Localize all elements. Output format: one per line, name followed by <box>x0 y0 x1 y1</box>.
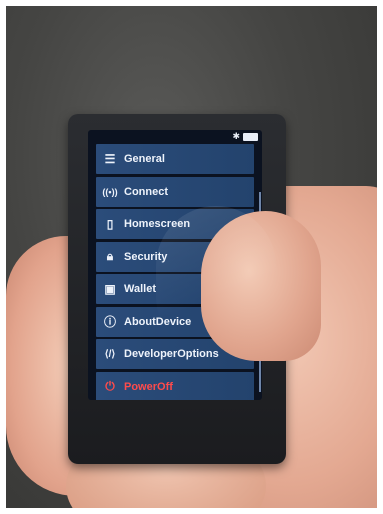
menu-item-label: AboutDevice <box>124 315 192 328</box>
wallet-icon: ▣ <box>104 282 116 296</box>
menu-item-label: Connect <box>124 185 168 198</box>
power-icon: ⏻ <box>105 379 115 393</box>
status-bar: ✱ <box>88 130 262 142</box>
menu-item-label: Security <box>124 250 168 263</box>
wireless-icon: ((•)) <box>102 186 118 197</box>
info-icon: ⓘ <box>103 315 116 329</box>
menu-item-connect[interactable]: ((•)) Connect <box>96 176 254 207</box>
menu-item-label: PowerOff <box>124 380 173 393</box>
menu-item-label: General <box>124 153 165 165</box>
menu-item-label: Homescreen <box>124 218 191 230</box>
phone-icon: ▯ <box>106 217 114 231</box>
thumb <box>201 211 321 361</box>
photo: ✱ ☰ General ((•)) Connect ▯ Homescreen 🔒… <box>6 6 377 508</box>
menu-item-general[interactable]: ☰ General <box>96 144 254 174</box>
menu-item-label: DeveloperOptions <box>124 348 219 360</box>
lock-icon: 🔒︎ <box>106 249 114 263</box>
code-icon: ⟨/⟩ <box>104 348 116 360</box>
menu-item-label: Wallet <box>124 283 156 295</box>
battery-icon <box>243 133 258 141</box>
menu-item-power-off[interactable]: ⏻ PowerOff <box>96 371 254 400</box>
bluetooth-icon: ✱ <box>232 131 240 141</box>
sliders-icon: ☰ <box>104 152 116 166</box>
